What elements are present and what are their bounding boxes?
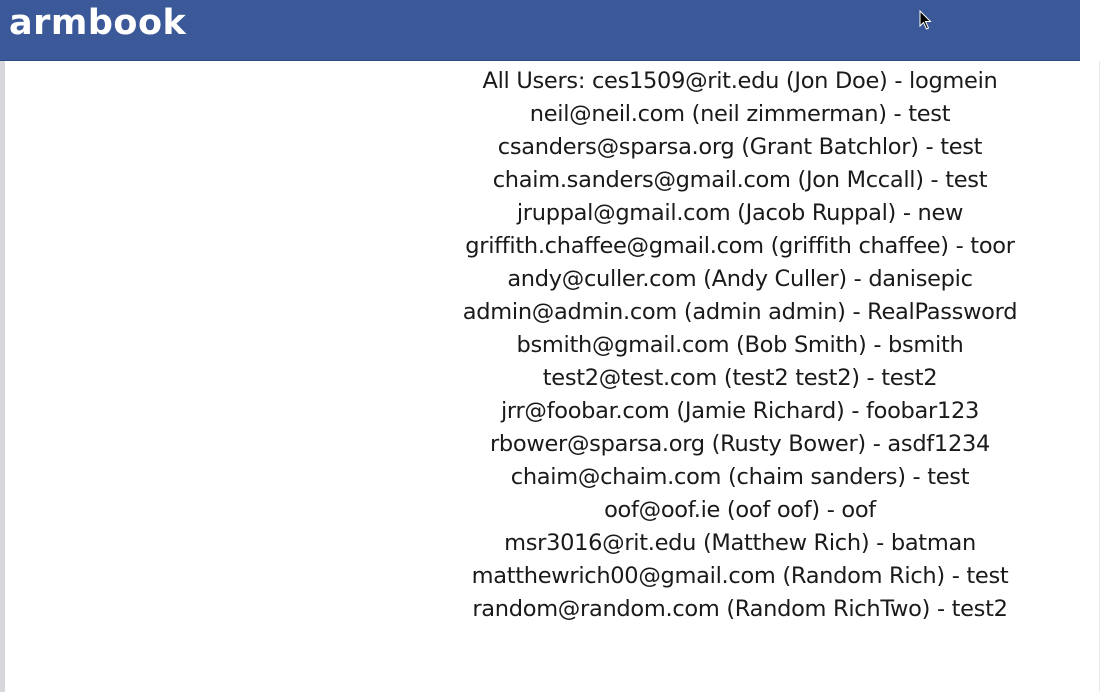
all-users-list: All Users: ces1509@rit.edu (Jon Doe) - l… bbox=[380, 65, 1100, 626]
user-entry: chaim.sanders@gmail.com (Jon Mccall) - t… bbox=[492, 167, 988, 193]
user-entry: random@random.com (Random RichTwo) - tes… bbox=[472, 596, 1008, 622]
user-entry: admin@admin.com (admin admin) - RealPass… bbox=[462, 299, 1018, 325]
mouse-pointer-icon bbox=[919, 10, 932, 30]
user-entry: oof@oof.ie (oof oof) - oof bbox=[604, 497, 876, 523]
user-entry: chaim@chaim.com (chaim sanders) - test bbox=[510, 464, 970, 490]
user-entry: neil@neil.com (neil zimmerman) - test bbox=[529, 101, 951, 127]
user-entry: bsmith@gmail.com (Bob Smith) - bsmith bbox=[516, 332, 964, 358]
header-bar: armbook bbox=[0, 0, 1080, 61]
site-logo[interactable]: armbook bbox=[9, 0, 186, 46]
header-right-gap bbox=[1080, 0, 1100, 61]
user-entry: jrr@foobar.com (Jamie Richard) - foobar1… bbox=[500, 398, 980, 424]
user-entry: msr3016@rit.edu (Matthew Rich) - batman bbox=[504, 530, 976, 556]
user-entry: test2@test.com (test2 test2) - test2 bbox=[542, 365, 938, 391]
user-entry: griffith.chaffee@gmail.com (griffith cha… bbox=[465, 233, 1015, 259]
user-entry: jruppal@gmail.com (Jacob Ruppal) - new bbox=[516, 200, 964, 226]
all-users-label: All Users: bbox=[482, 68, 592, 94]
user-entry: ces1509@rit.edu (Jon Doe) - logmein bbox=[591, 68, 998, 94]
user-entry: csanders@sparsa.org (Grant Batchlor) - t… bbox=[497, 134, 983, 160]
user-entry: rbower@sparsa.org (Rusty Bower) - asdf12… bbox=[489, 431, 990, 457]
user-entry: matthewrich00@gmail.com (Random Rich) - … bbox=[471, 563, 1009, 589]
user-entry: andy@culler.com (Andy Culler) - danisepi… bbox=[507, 266, 973, 292]
users-list-first-line: All Users: ces1509@rit.edu (Jon Doe) - l… bbox=[380, 65, 1100, 98]
